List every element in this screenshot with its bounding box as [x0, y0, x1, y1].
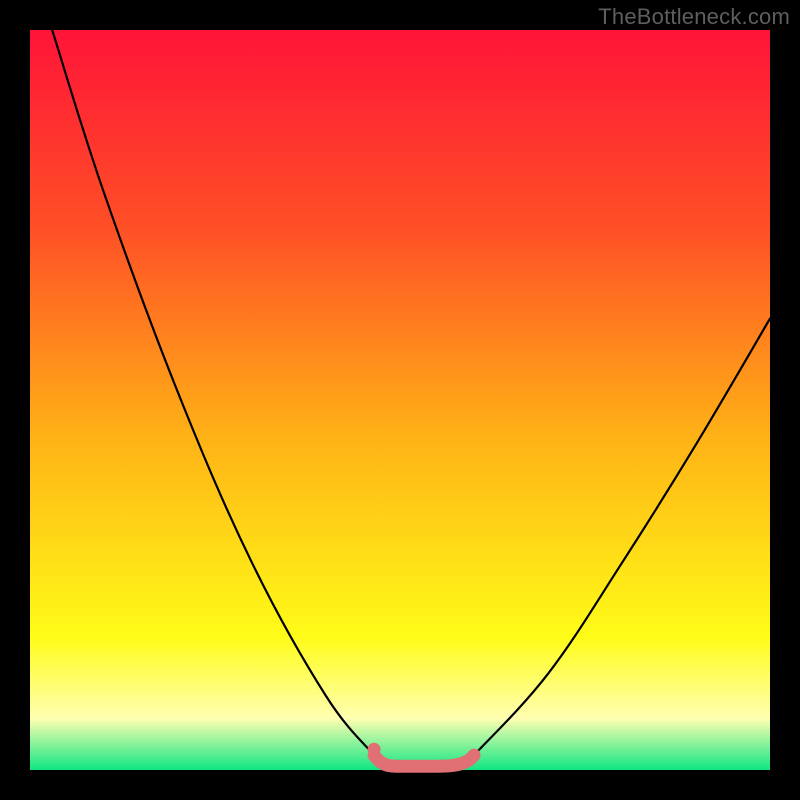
chart-background [30, 30, 770, 770]
optimal-zone-dot [368, 743, 381, 756]
chart-frame: TheBottleneck.com [0, 0, 800, 800]
bottleneck-chart [0, 0, 800, 800]
